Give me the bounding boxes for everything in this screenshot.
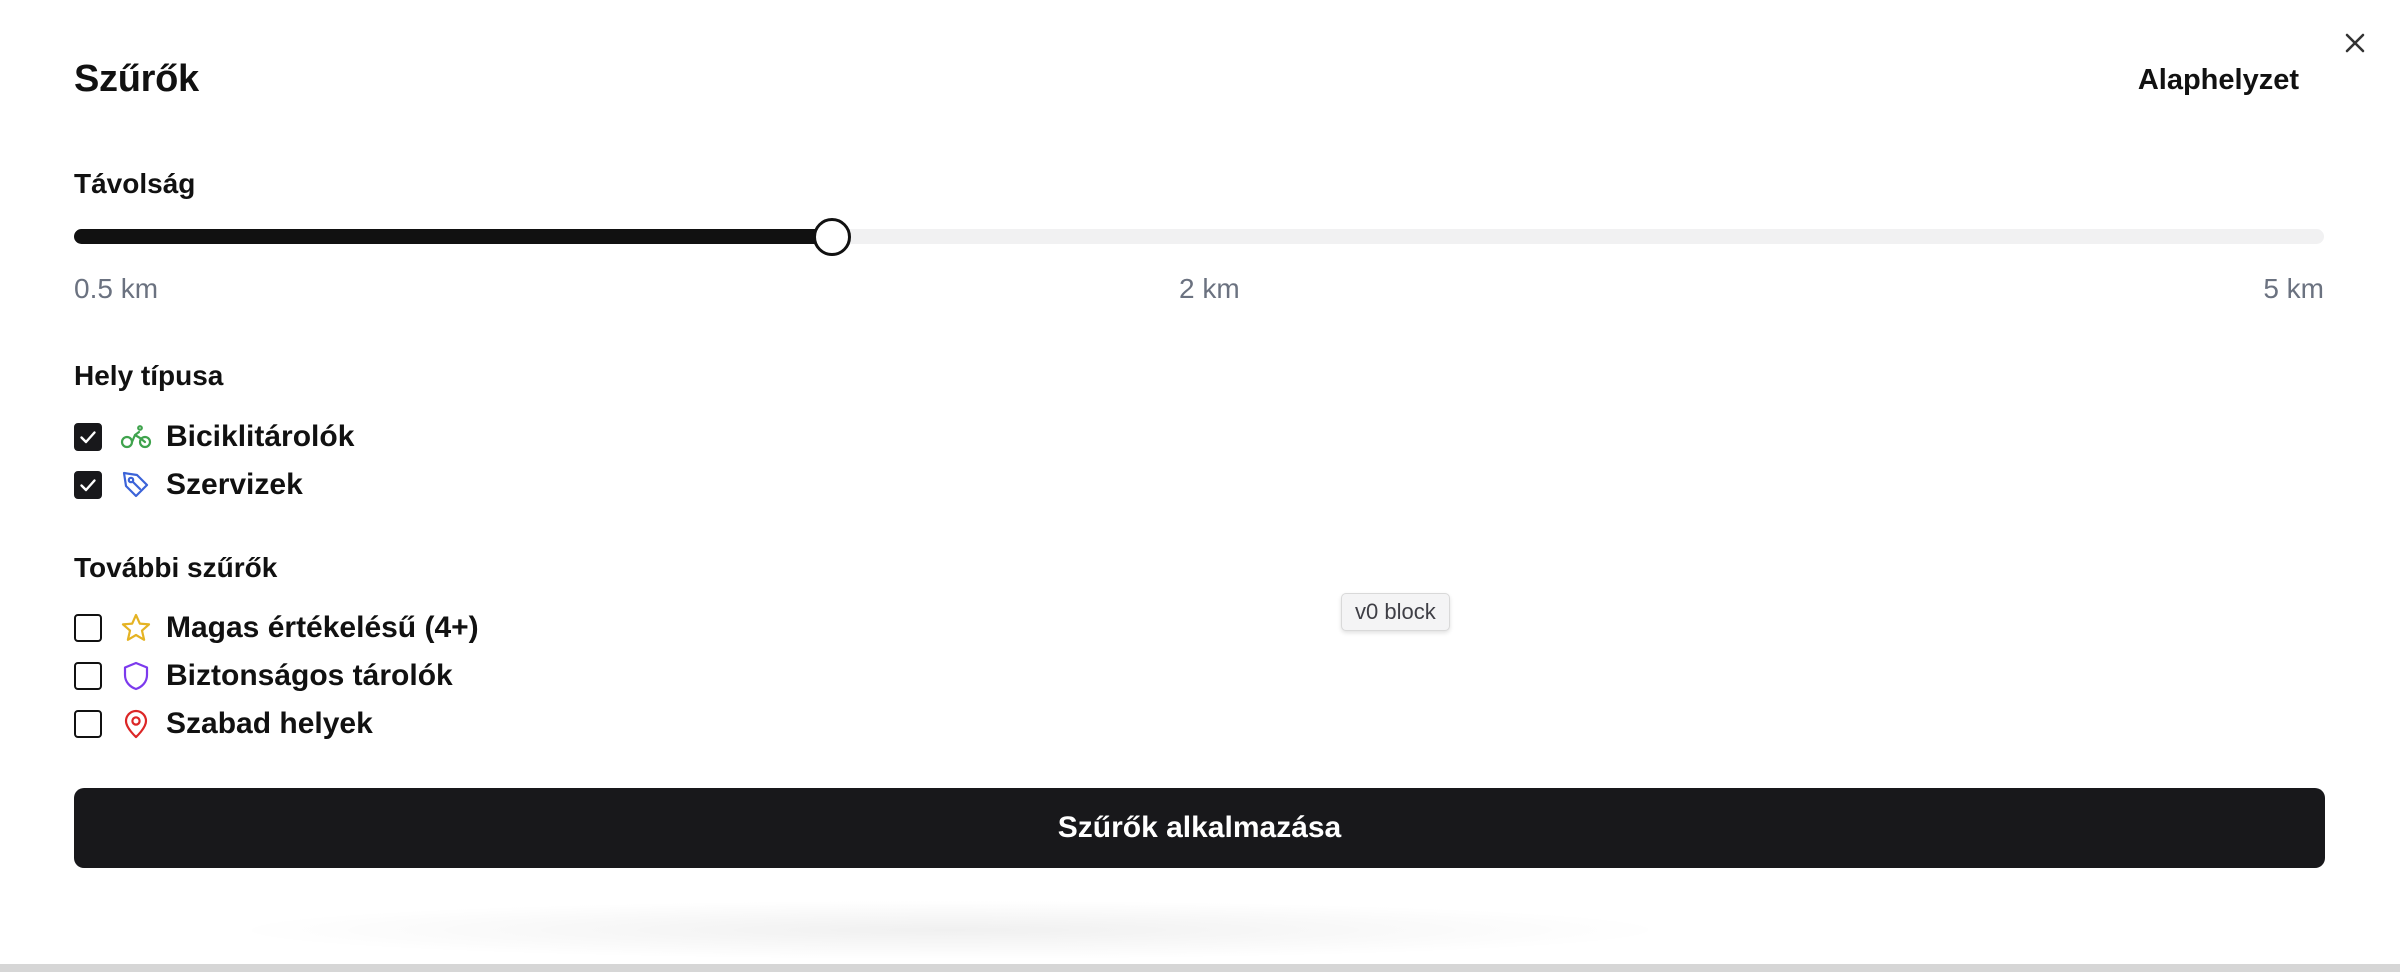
dialog-title: Szűrők	[74, 58, 199, 100]
option-label: Magas értékelésű (4+)	[166, 611, 479, 644]
option-free-spots[interactable]: Szabad helyek	[74, 707, 373, 741]
check-icon	[80, 479, 96, 492]
wrench-tag-icon	[120, 469, 152, 501]
tick-mid: 2 km	[1179, 273, 1240, 304]
option-bike-racks[interactable]: Biciklitárolók	[74, 420, 354, 454]
v0-block-badge: v0 block	[1341, 593, 1450, 631]
check-icon	[80, 431, 96, 444]
distance-slider[interactable]	[74, 218, 2324, 256]
option-high-rating[interactable]: Magas értékelésű (4+)	[74, 611, 479, 645]
slider-range	[74, 229, 833, 244]
checkbox-bike-racks[interactable]	[74, 423, 102, 451]
option-label: Szervizek	[166, 468, 303, 501]
tick-min: 0.5 km	[74, 273, 159, 304]
filter-dialog: Szűrők Alaphelyzet Távolság 0.5 km 2 km …	[0, 0, 2400, 972]
checkbox-secure-storage[interactable]	[74, 662, 102, 690]
option-label: Szabad helyek	[166, 707, 373, 740]
checkbox-services[interactable]	[74, 471, 102, 499]
option-services[interactable]: Szervizek	[74, 468, 303, 502]
reset-button[interactable]: Alaphelyzet	[2138, 62, 2299, 98]
shield-icon	[120, 660, 152, 692]
bottom-edge	[0, 964, 2400, 972]
option-label: Biztonságos tárolók	[166, 659, 453, 692]
tick-max: 5 km	[2263, 273, 2324, 304]
apply-filters-button[interactable]: Szűrők alkalmazása	[74, 788, 2325, 868]
close-icon	[2345, 33, 2365, 53]
more-filters-label: További szűrők	[74, 552, 278, 583]
place-type-label: Hely típusa	[74, 360, 224, 391]
bike-icon	[120, 421, 152, 453]
option-label: Biciklitárolók	[166, 420, 355, 453]
option-secure-storage[interactable]: Biztonságos tárolók	[74, 659, 453, 693]
star-icon	[120, 612, 152, 644]
checkbox-high-rating[interactable]	[74, 614, 102, 642]
distance-label: Távolság	[74, 168, 196, 199]
bottom-shadow	[220, 900, 1680, 960]
map-pin-icon	[120, 708, 152, 740]
close-button[interactable]	[2338, 26, 2372, 60]
checkbox-free-spots[interactable]	[74, 710, 102, 738]
slider-thumb[interactable]	[813, 218, 852, 256]
